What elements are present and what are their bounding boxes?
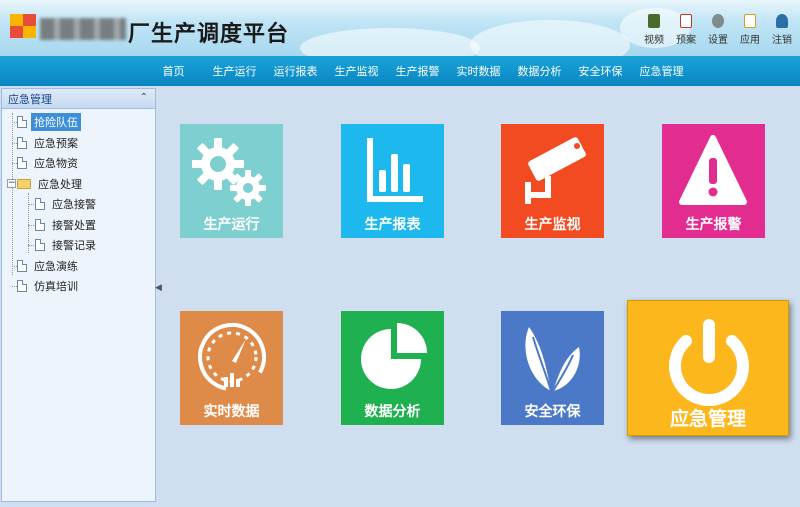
toolbar-label: 应用 [740,35,760,46]
tree-line [28,224,34,226]
file-icon [35,218,45,231]
tree-line [28,245,34,246]
nav-production-alarm[interactable]: 生产报警 [387,63,448,79]
gauge-icon [198,323,266,391]
tile-production-monitor[interactable]: 生产监视 [501,124,604,238]
sidebar-item-label: 应急处理 [38,177,82,191]
logout-icon [776,14,788,28]
main-nav: 首页 生产运行 运行报表 生产监视 生产报警 实时数据 数据分析 安全环保 应急… [0,56,800,86]
toolbar-label: 视频 [644,35,664,46]
nav-home[interactable]: 首页 [143,63,204,79]
tile-label: 实时数据 [203,404,260,420]
sidebar-item-label: 应急演练 [34,259,78,273]
file-icon [17,116,27,129]
toolbar-video-button[interactable]: 视频 [640,14,668,46]
sidebar-splitter-handle[interactable]: ◀ [155,283,162,305]
file-icon [17,157,27,170]
sidebar-title: 应急管理 [8,92,52,106]
toolbar-app-button[interactable]: 应用 [736,14,764,46]
header-cloud [300,28,480,56]
app-title: 厂生产调度平台 [128,22,290,47]
plan-icon [680,14,692,28]
gears-icon [192,138,266,206]
nav-safety-environment[interactable]: 安全环保 [570,63,631,79]
sidebar-item-call-disposal[interactable]: 接警处置 [2,215,155,236]
folder-open-icon [17,178,31,189]
app-header: 厂生产调度平台 视频 预案 设置 应用 注销 [0,0,800,56]
tile-realtime-data[interactable]: 实时数据 [180,311,283,425]
toolbar-label: 预案 [676,35,696,46]
sidebar-item-call-records[interactable]: 接警记录 [2,235,155,256]
toolbar-plan-button[interactable]: 预案 [672,14,700,46]
tile-production-alarm[interactable]: 生产报警 [662,124,765,238]
tile-label: 安全环保 [524,404,581,420]
pie-chart-icon [361,323,427,389]
nav-production-run[interactable]: 生产运行 [204,63,265,79]
nav-realtime-data[interactable]: 实时数据 [448,63,509,79]
app-logo [10,14,38,40]
sidebar-item-emergency-handling[interactable]: − 应急处理 [2,174,155,195]
leaf-icon [525,327,580,392]
tile-label: 生产报表 [364,217,421,233]
file-icon [17,259,27,272]
header-toolbar: 视频 预案 设置 应用 注销 [640,14,796,46]
file-icon [35,198,45,211]
warning-icon [679,135,747,205]
toolbar-settings-button[interactable]: 设置 [704,14,732,46]
nav-data-analysis[interactable]: 数据分析 [509,63,570,79]
sidebar-item-emergency-drill[interactable]: 应急演练 [2,256,155,277]
tile-production-run[interactable]: 生产运行 [180,124,283,238]
sidebar-item-label: 应急预案 [34,136,78,150]
sidebar-item-label: 抢险队伍 [31,113,81,132]
bar-chart-icon [367,138,423,202]
nav-emergency-management[interactable]: 应急管理 [631,63,692,79]
sidebar-item-label: 应急接警 [52,198,96,212]
tile-label: 生产监视 [524,217,581,233]
tree-line [28,204,34,205]
redacted-company-name [40,18,126,40]
tile-data-analysis[interactable]: 数据分析 [341,311,444,425]
tile-label: 生产报警 [685,217,742,233]
tile-safety-environment[interactable]: 安全环保 [501,311,604,425]
app-icon [744,14,756,28]
toolbar-label: 设置 [708,35,728,46]
sidebar-header: 应急管理 ⌃ [2,89,155,109]
tile-production-report[interactable]: 生产报表 [341,124,444,238]
tile-label: 应急管理 [669,408,746,430]
sidebar-item-emergency-plan[interactable]: 应急预案 [2,133,155,154]
nav-run-report[interactable]: 运行报表 [265,63,326,79]
collapse-icon[interactable]: ⌃ [140,92,148,103]
sidebar: 应急管理 ⌃ 抢险队伍 应急预案 应急物资 − 应急处理 应急接警 接警处置 接… [1,88,156,502]
sidebar-item-simulation-training[interactable]: 仿真培训 [2,276,155,297]
sidebar-tree: 抢险队伍 应急预案 应急物资 − 应急处理 应急接警 接警处置 接警记录 应急演… [2,109,155,297]
toolbar-label: 注销 [772,35,792,46]
sidebar-item-label: 接警记录 [52,239,96,253]
file-icon [35,239,45,252]
sidebar-item-rescue-team[interactable]: 抢险队伍 [2,112,155,133]
sidebar-item-emergency-call-receiving[interactable]: 应急接警 [2,194,155,215]
sidebar-item-label: 应急物资 [34,157,78,171]
file-icon [17,280,27,293]
tile-emergency-management[interactable]: 应急管理 [627,300,789,436]
camera-icon [525,137,586,204]
toolbar-logout-button[interactable]: 注销 [768,14,796,46]
sidebar-item-label: 接警处置 [52,218,96,232]
settings-icon [712,14,724,28]
tile-label: 生产运行 [203,217,260,233]
video-icon [648,14,660,28]
file-icon [17,136,27,149]
tile-label: 数据分析 [364,404,421,420]
header-cloud [470,20,630,56]
nav-production-monitor[interactable]: 生产监视 [326,63,387,79]
sidebar-item-emergency-supplies[interactable]: 应急物资 [2,153,155,174]
collapse-toggle-icon[interactable]: − [7,178,16,188]
sidebar-item-label: 仿真培训 [34,280,78,294]
power-icon [669,319,749,407]
